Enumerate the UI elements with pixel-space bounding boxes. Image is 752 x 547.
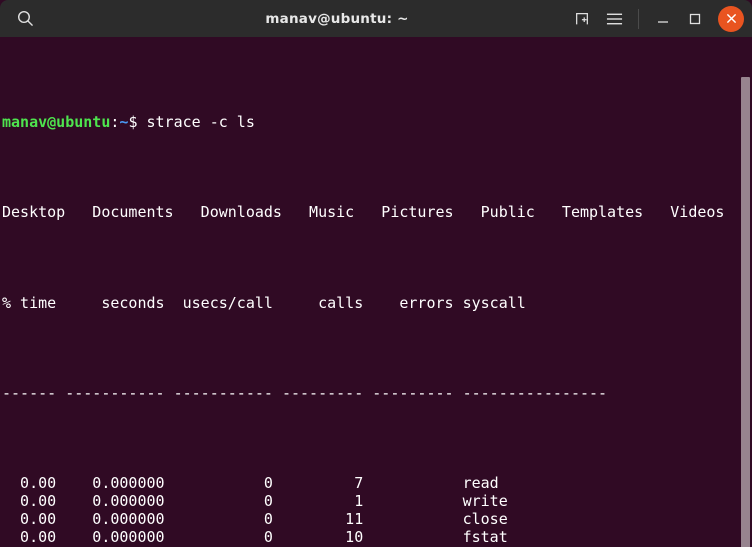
terminal-scrollbar[interactable] xyxy=(739,74,752,547)
new-tab-button[interactable] xyxy=(567,4,597,34)
strace-row: 0.00 0.000000 0 11 close xyxy=(2,510,508,529)
command-line: manav@ubuntu:~$ strace -c ls xyxy=(2,113,752,131)
strace-row: 0.00 0.000000 0 7 read xyxy=(2,474,499,493)
terminal-window: manav@ubuntu: ~ manav@ubuntu:~$ strace -… xyxy=(0,0,752,547)
window-title: manav@ubuntu: ~ xyxy=(265,10,409,27)
minimize-button[interactable] xyxy=(648,4,678,34)
strace-divider-top: ------ ----------- ----------- ---------… xyxy=(2,383,608,402)
search-button[interactable] xyxy=(10,4,40,34)
terminal-output: manav@ubuntu:~$ strace -c ls Desktop Doc… xyxy=(2,41,752,547)
new-tab-icon xyxy=(576,12,588,24)
titlebar-divider xyxy=(638,8,639,29)
prompt-user-host: manav@ubuntu xyxy=(2,113,111,132)
minimize-icon xyxy=(658,20,668,23)
strace-row: 0.00 0.000000 0 10 fstat xyxy=(2,528,508,547)
hamburger-menu-icon xyxy=(606,13,622,24)
maximize-button[interactable] xyxy=(680,4,710,34)
strace-table-header: % time seconds usecs/call calls errors s… xyxy=(2,293,526,312)
strace-rows: 0.00 0.000000 0 7 read 0.00 0.000000 0 1… xyxy=(2,474,752,547)
close-button[interactable] xyxy=(718,5,744,32)
typed-command: strace -c ls xyxy=(137,113,255,132)
scrollbar-thumb[interactable] xyxy=(741,77,750,547)
ls-output-line: Desktop Documents Downloads Music Pictur… xyxy=(2,203,752,222)
terminal-body[interactable]: manav@ubuntu:~$ strace -c ls Desktop Doc… xyxy=(0,37,752,547)
titlebar-left-group xyxy=(10,4,130,34)
maximize-icon xyxy=(689,13,701,24)
close-icon xyxy=(726,14,736,23)
search-icon xyxy=(17,10,33,26)
strace-row: 0.00 0.000000 0 1 write xyxy=(2,492,508,511)
title-bar: manav@ubuntu: ~ xyxy=(0,0,752,37)
titlebar-right-group xyxy=(544,4,744,34)
menu-button[interactable] xyxy=(599,4,629,34)
